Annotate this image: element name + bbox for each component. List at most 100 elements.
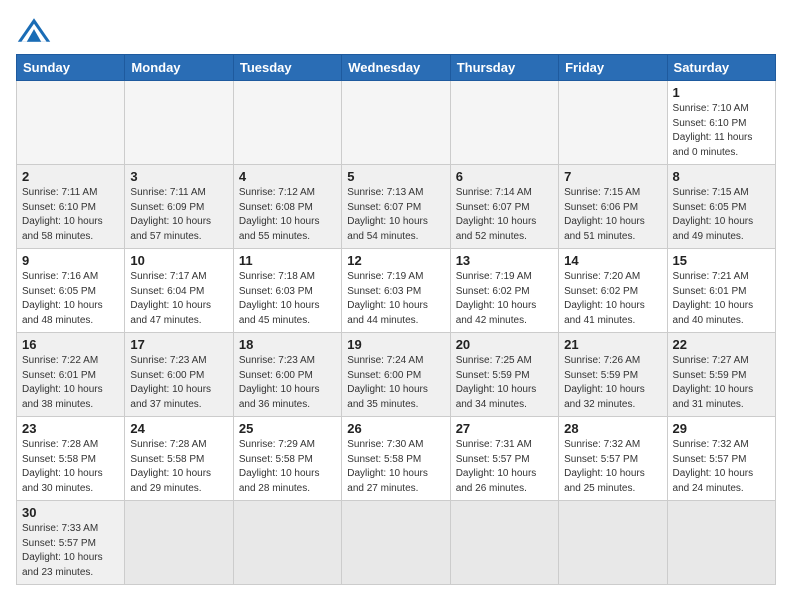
day-info: Sunrise: 7:11 AM Sunset: 6:10 PM Dayligh…	[22, 186, 119, 244]
calendar-cell: 18 Sunrise: 7:23 AM Sunset: 6:00 PM Dayli…	[233, 333, 341, 417]
day-number: 8	[673, 169, 770, 184]
day-info: Sunrise: 7:28 AM Sunset: 5:58 PM Dayligh…	[22, 438, 119, 496]
day-info: Sunrise: 7:21 AM Sunset: 6:01 PM Dayligh…	[673, 270, 770, 328]
day-number: 28	[564, 421, 661, 436]
calendar-cell: 4 Sunrise: 7:12 AM Sunset: 6:08 PM Daylig…	[233, 165, 341, 249]
calendar-cell	[125, 81, 233, 165]
day-number: 25	[239, 421, 336, 436]
calendar-cell: 8 Sunrise: 7:15 AM Sunset: 6:05 PM Daylig…	[667, 165, 775, 249]
day-info: Sunrise: 7:23 AM Sunset: 6:00 PM Dayligh…	[239, 354, 336, 412]
day-number: 17	[130, 337, 227, 352]
day-info: Sunrise: 7:19 AM Sunset: 6:03 PM Dayligh…	[347, 270, 444, 328]
day-info: Sunrise: 7:10 AM Sunset: 6:10 PM Dayligh…	[673, 102, 770, 160]
day-number: 23	[22, 421, 119, 436]
calendar-cell: 14 Sunrise: 7:20 AM Sunset: 6:02 PM Dayli…	[559, 249, 667, 333]
day-header-wednesday: Wednesday	[342, 55, 450, 81]
calendar-cell: 29 Sunrise: 7:32 AM Sunset: 5:57 PM Dayli…	[667, 417, 775, 501]
calendar-cell	[17, 81, 125, 165]
day-number: 20	[456, 337, 553, 352]
day-number: 13	[456, 253, 553, 268]
day-number: 19	[347, 337, 444, 352]
day-number: 21	[564, 337, 661, 352]
day-number: 6	[456, 169, 553, 184]
day-info: Sunrise: 7:13 AM Sunset: 6:07 PM Dayligh…	[347, 186, 444, 244]
day-number: 16	[22, 337, 119, 352]
calendar-cell	[233, 501, 341, 585]
day-info: Sunrise: 7:24 AM Sunset: 6:00 PM Dayligh…	[347, 354, 444, 412]
calendar-cell	[233, 81, 341, 165]
calendar-cell: 23 Sunrise: 7:28 AM Sunset: 5:58 PM Dayli…	[17, 417, 125, 501]
calendar-cell: 20 Sunrise: 7:25 AM Sunset: 5:59 PM Dayli…	[450, 333, 558, 417]
calendar-cell: 22 Sunrise: 7:27 AM Sunset: 5:59 PM Dayli…	[667, 333, 775, 417]
calendar-cell: 25Sunrise: 7:29 AM Sunset: 5:58 PM Dayli…	[233, 417, 341, 501]
calendar-cell	[342, 81, 450, 165]
day-header-monday: Monday	[125, 55, 233, 81]
day-info: Sunrise: 7:17 AM Sunset: 6:04 PM Dayligh…	[130, 270, 227, 328]
calendar: SundayMondayTuesdayWednesdayThursdayFrid…	[16, 54, 776, 585]
day-info: Sunrise: 7:12 AM Sunset: 6:08 PM Dayligh…	[239, 186, 336, 244]
calendar-cell: 26Sunrise: 7:30 AM Sunset: 5:58 PM Dayli…	[342, 417, 450, 501]
day-info: Sunrise: 7:33 AM Sunset: 5:57 PM Dayligh…	[22, 522, 119, 580]
day-number: 14	[564, 253, 661, 268]
day-number: 15	[673, 253, 770, 268]
day-number: 2	[22, 169, 119, 184]
day-number: 30	[22, 505, 119, 520]
calendar-cell: 17 Sunrise: 7:23 AM Sunset: 6:00 PM Dayli…	[125, 333, 233, 417]
day-info: Sunrise: 7:14 AM Sunset: 6:07 PM Dayligh…	[456, 186, 553, 244]
day-info: Sunrise: 7:15 AM Sunset: 6:05 PM Dayligh…	[673, 186, 770, 244]
calendar-cell: 24 Sunrise: 7:28 AM Sunset: 5:58 PM Dayli…	[125, 417, 233, 501]
day-header-tuesday: Tuesday	[233, 55, 341, 81]
day-number: 11	[239, 253, 336, 268]
day-number: 1	[673, 85, 770, 100]
calendar-cell	[559, 501, 667, 585]
day-info: Sunrise: 7:22 AM Sunset: 6:01 PM Dayligh…	[22, 354, 119, 412]
calendar-cell: 13 Sunrise: 7:19 AM Sunset: 6:02 PM Dayli…	[450, 249, 558, 333]
day-info: Sunrise: 7:23 AM Sunset: 6:00 PM Dayligh…	[130, 354, 227, 412]
day-info: Sunrise: 7:27 AM Sunset: 5:59 PM Dayligh…	[673, 354, 770, 412]
day-info: Sunrise: 7:28 AM Sunset: 5:58 PM Dayligh…	[130, 438, 227, 496]
calendar-cell: 16 Sunrise: 7:22 AM Sunset: 6:01 PM Dayli…	[17, 333, 125, 417]
day-number: 18	[239, 337, 336, 352]
day-number: 24	[130, 421, 227, 436]
calendar-cell: 2 Sunrise: 7:11 AM Sunset: 6:10 PM Daylig…	[17, 165, 125, 249]
calendar-cell: 21Sunrise: 7:26 AM Sunset: 5:59 PM Dayli…	[559, 333, 667, 417]
calendar-cell	[342, 501, 450, 585]
day-info: Sunrise: 7:15 AM Sunset: 6:06 PM Dayligh…	[564, 186, 661, 244]
calendar-cell: 3Sunrise: 7:11 AM Sunset: 6:09 PM Daylig…	[125, 165, 233, 249]
calendar-cell: 12 Sunrise: 7:19 AM Sunset: 6:03 PM Dayli…	[342, 249, 450, 333]
calendar-cell: 19 Sunrise: 7:24 AM Sunset: 6:00 PM Dayli…	[342, 333, 450, 417]
calendar-cell	[125, 501, 233, 585]
calendar-cell: 27 Sunrise: 7:31 AM Sunset: 5:57 PM Dayli…	[450, 417, 558, 501]
day-header-saturday: Saturday	[667, 55, 775, 81]
day-header-thursday: Thursday	[450, 55, 558, 81]
day-number: 4	[239, 169, 336, 184]
calendar-cell: 9Sunrise: 7:16 AM Sunset: 6:05 PM Daylig…	[17, 249, 125, 333]
calendar-cell: 15 Sunrise: 7:21 AM Sunset: 6:01 PM Dayli…	[667, 249, 775, 333]
day-number: 27	[456, 421, 553, 436]
day-info: Sunrise: 7:19 AM Sunset: 6:02 PM Dayligh…	[456, 270, 553, 328]
day-number: 7	[564, 169, 661, 184]
day-info: Sunrise: 7:32 AM Sunset: 5:57 PM Dayligh…	[564, 438, 661, 496]
calendar-cell: 30 Sunrise: 7:33 AM Sunset: 5:57 PM Dayli…	[17, 501, 125, 585]
calendar-cell: 11 Sunrise: 7:18 AM Sunset: 6:03 PM Dayli…	[233, 249, 341, 333]
day-number: 26	[347, 421, 444, 436]
day-number: 9	[22, 253, 119, 268]
calendar-cell	[667, 501, 775, 585]
day-info: Sunrise: 7:32 AM Sunset: 5:57 PM Dayligh…	[673, 438, 770, 496]
day-number: 29	[673, 421, 770, 436]
day-number: 12	[347, 253, 444, 268]
calendar-cell: 5Sunrise: 7:13 AM Sunset: 6:07 PM Daylig…	[342, 165, 450, 249]
calendar-cell	[559, 81, 667, 165]
logo	[16, 16, 56, 44]
day-info: Sunrise: 7:31 AM Sunset: 5:57 PM Dayligh…	[456, 438, 553, 496]
calendar-cell: 28 Sunrise: 7:32 AM Sunset: 5:57 PM Dayli…	[559, 417, 667, 501]
day-info: Sunrise: 7:20 AM Sunset: 6:02 PM Dayligh…	[564, 270, 661, 328]
calendar-cell	[450, 501, 558, 585]
calendar-cell: 6 Sunrise: 7:14 AM Sunset: 6:07 PM Daylig…	[450, 165, 558, 249]
day-info: Sunrise: 7:18 AM Sunset: 6:03 PM Dayligh…	[239, 270, 336, 328]
day-header-friday: Friday	[559, 55, 667, 81]
day-number: 22	[673, 337, 770, 352]
calendar-cell: 10Sunrise: 7:17 AM Sunset: 6:04 PM Dayli…	[125, 249, 233, 333]
day-header-sunday: Sunday	[17, 55, 125, 81]
day-info: Sunrise: 7:25 AM Sunset: 5:59 PM Dayligh…	[456, 354, 553, 412]
